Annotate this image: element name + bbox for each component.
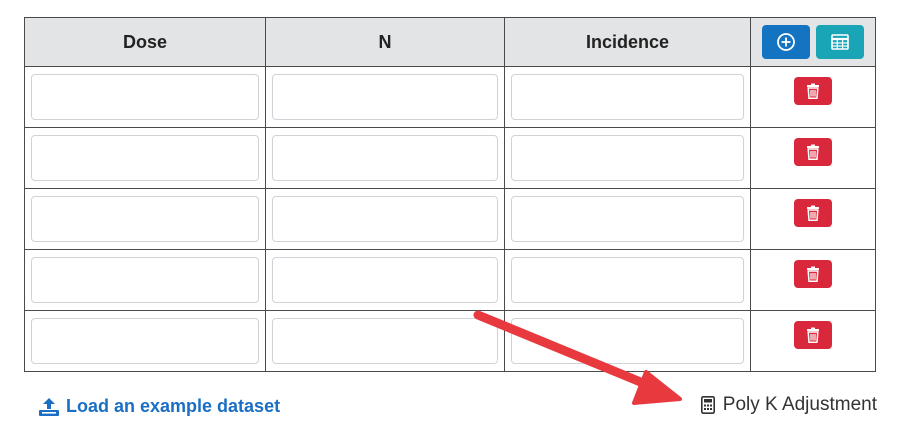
dose-cell — [24, 188, 266, 250]
delete-row-button[interactable] — [794, 260, 832, 288]
poly-k-label: Poly K Adjustment — [722, 394, 877, 415]
table-header-row: Dose N Incidence — [24, 17, 876, 67]
n-cell — [265, 188, 505, 250]
incidence-cell — [504, 127, 751, 189]
column-header-n: N — [265, 17, 505, 67]
column-header-incidence: Incidence — [504, 17, 751, 67]
table-row — [24, 249, 876, 311]
table-row — [24, 310, 876, 372]
dose-cell — [24, 127, 266, 189]
n-input[interactable] — [272, 318, 498, 364]
n-input[interactable] — [272, 196, 498, 242]
upload-icon — [39, 397, 59, 416]
incidence-input[interactable] — [511, 196, 744, 242]
incidence-input[interactable] — [511, 74, 744, 120]
dose-input[interactable] — [31, 74, 259, 120]
dataset-table: Dose N Incidence — [24, 17, 876, 372]
incidence-cell — [504, 188, 751, 250]
delete-row-button[interactable] — [794, 77, 832, 105]
actions-cell — [750, 188, 876, 250]
incidence-input[interactable] — [511, 135, 744, 181]
dose-cell — [24, 66, 266, 128]
poly-k-adjustment-link[interactable]: Poly K Adjustment — [700, 394, 877, 416]
trash-icon — [807, 327, 819, 343]
table-row — [24, 188, 876, 250]
trash-icon — [807, 266, 819, 282]
n-cell — [265, 127, 505, 189]
delete-row-button[interactable] — [794, 199, 832, 227]
dose-input[interactable] — [31, 257, 259, 303]
incidence-cell — [504, 66, 751, 128]
column-header-dose: Dose — [24, 17, 266, 67]
dose-input[interactable] — [31, 196, 259, 242]
n-cell — [265, 66, 505, 128]
incidence-cell — [504, 310, 751, 372]
actions-cell — [750, 310, 876, 372]
add-row-button[interactable] — [762, 25, 810, 59]
trash-icon — [807, 205, 819, 221]
plus-circle-icon — [777, 33, 795, 51]
n-cell — [265, 249, 505, 311]
dose-cell — [24, 249, 266, 311]
n-input[interactable] — [272, 74, 498, 120]
table-row — [24, 66, 876, 128]
actions-cell — [750, 66, 876, 128]
delete-row-button[interactable] — [794, 321, 832, 349]
table-icon — [831, 34, 849, 50]
trash-icon — [807, 83, 819, 99]
incidence-input[interactable] — [511, 318, 744, 364]
incidence-cell — [504, 249, 751, 311]
table-row — [24, 127, 876, 189]
dose-cell — [24, 310, 266, 372]
dose-input[interactable] — [31, 135, 259, 181]
example-link-label: Load an example dataset — [66, 396, 281, 416]
incidence-input[interactable] — [511, 257, 744, 303]
calculator-icon — [700, 396, 715, 414]
actions-cell — [750, 249, 876, 311]
load-table-button[interactable] — [816, 25, 864, 59]
n-input[interactable] — [272, 257, 498, 303]
actions-cell — [750, 127, 876, 189]
n-input[interactable] — [272, 135, 498, 181]
column-header-actions — [750, 17, 876, 67]
dose-input[interactable] — [31, 318, 259, 364]
n-cell — [265, 310, 505, 372]
delete-row-button[interactable] — [794, 138, 832, 166]
trash-icon — [807, 144, 819, 160]
load-example-dataset-link[interactable]: Load an example dataset — [38, 396, 280, 417]
